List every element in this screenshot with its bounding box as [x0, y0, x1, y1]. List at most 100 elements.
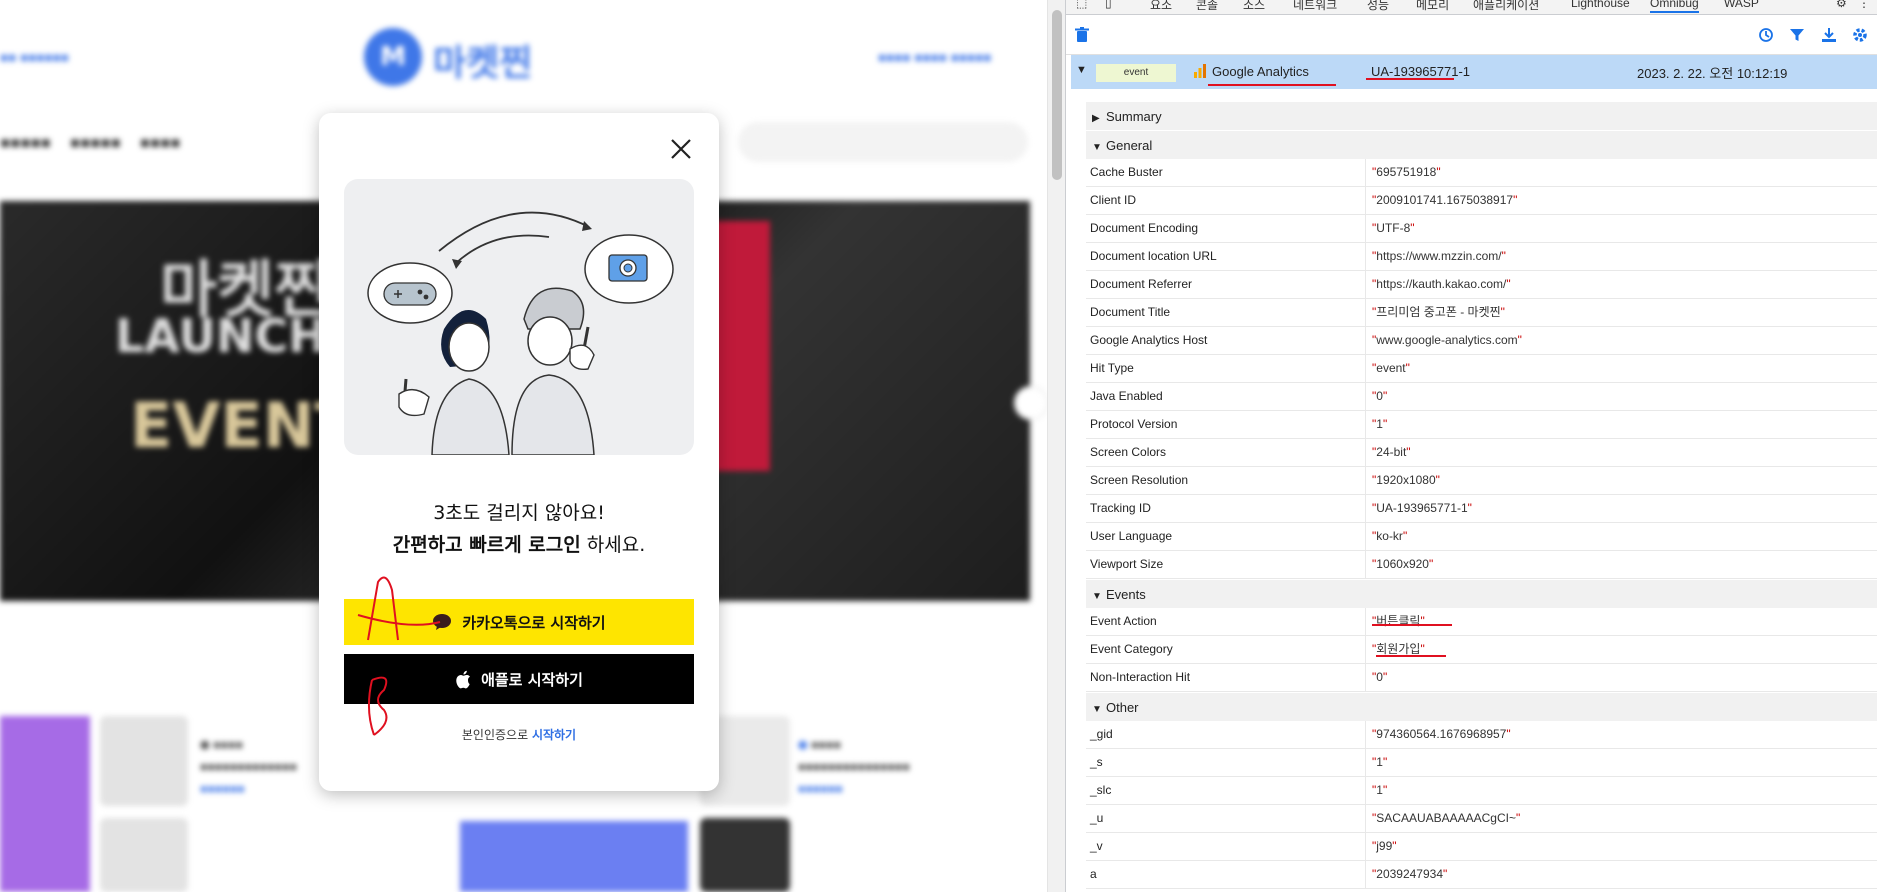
more-options-icon[interactable]: ⋮ [1858, 0, 1870, 10]
modal-subheadline: 간편하고 빠르게 로그인 하세요. [319, 530, 719, 557]
param-value: "UA-193965771-1" [1366, 495, 1472, 522]
param-value: "1060x920" [1366, 551, 1433, 578]
tab-console[interactable]: 콘솔 [1196, 0, 1218, 13]
param-key: Client ID [1086, 187, 1366, 214]
underline-annotation [1376, 655, 1446, 657]
quote-mark: " [1410, 221, 1415, 235]
tab-memory[interactable]: 메모리 [1416, 0, 1449, 13]
param-row: Viewport Size "1060x920" [1086, 551, 1877, 579]
page-scrollbar[interactable] [1047, 0, 1065, 892]
speech-bubble-icon [432, 613, 452, 631]
param-value-text: 974360564.1676968957 [1376, 727, 1507, 741]
modal-subheadline-rest: 하세요. [580, 534, 646, 556]
param-value-text: www.google-analytics.com [1376, 333, 1518, 347]
param-value: "ko-kr" [1366, 523, 1407, 550]
section-title: Events [1106, 587, 1146, 602]
param-value: "1920x1080" [1366, 467, 1440, 494]
param-value: "www.google-analytics.com" [1366, 327, 1522, 354]
identity-verify-prefix: 본인인증으로 [461, 728, 532, 742]
param-value-text: SACAAUABAAAAACgCI~ [1376, 811, 1516, 825]
devtools-tab-bar: ⬚ ▯ 요소 콘솔 소스 네트워크 성능 메모리 애플리케이션 Lighthou… [1066, 0, 1877, 15]
param-row: a "2039247934" [1086, 861, 1877, 889]
quote-mark: " [1517, 333, 1522, 347]
device-toggle-icon[interactable]: ▯ [1105, 0, 1112, 10]
request-row-google-analytics[interactable]: ▼ event Google Analytics UA-193965771-1 … [1071, 55, 1877, 89]
param-value: "0" [1366, 383, 1387, 410]
section-title: General [1106, 138, 1153, 153]
param-value: "974360564.1676968957" [1366, 721, 1511, 748]
param-key: _v [1086, 833, 1366, 860]
param-row: Non-Interaction Hit "0" [1086, 664, 1877, 692]
param-value: "https://www.mzzin.com/" [1366, 243, 1506, 270]
param-value: "1" [1366, 411, 1387, 438]
param-row: Document Encoding "UTF-8" [1086, 215, 1877, 243]
section-summary-title: Summary [1106, 109, 1162, 124]
download-icon[interactable] [1821, 27, 1839, 45]
tab-network[interactable]: 네트워크 [1293, 0, 1337, 13]
quote-mark: " [1436, 165, 1441, 179]
param-value: "프리미엄 중고폰 - 마켓찐" [1366, 299, 1505, 326]
tab-lighthouse[interactable]: Lighthouse [1571, 0, 1630, 10]
param-value: "j99" [1366, 833, 1397, 860]
scrollbar-thumb[interactable] [1052, 10, 1062, 180]
tab-elements[interactable]: 요소 [1150, 0, 1172, 13]
provider-name: Google Analytics [1212, 64, 1309, 79]
param-value: "1" [1366, 777, 1387, 804]
param-row: Document Title "프리미엄 중고폰 - 마켓찐" [1086, 299, 1877, 327]
modal-headline: 3초도 걸리지 않아요! [433, 502, 605, 524]
param-value: "695751918" [1366, 159, 1441, 186]
param-value-text: 1060x920 [1376, 557, 1429, 571]
quote-mark: " [1382, 389, 1388, 403]
detail-sections: ▼ General Cache Buster "695751918" Client ID… [1086, 130, 1877, 889]
param-value-text: 1 [1376, 755, 1383, 769]
tab-omnibug[interactable]: Omnibug [1650, 0, 1699, 13]
trash-icon[interactable] [1075, 27, 1093, 45]
section-events[interactable]: ▼ Events [1086, 579, 1877, 608]
tab-wasp[interactable]: WASP [1724, 0, 1759, 10]
close-icon[interactable] [667, 135, 695, 163]
param-value-text: https://kauth.kakao.com/ [1376, 277, 1507, 291]
param-key: _slc [1086, 777, 1366, 804]
param-value: "24-bit" [1366, 439, 1411, 466]
param-value-text: 프리미엄 중고폰 - 마켓찐 [1376, 305, 1501, 319]
omnibug-toolbar [1066, 15, 1877, 55]
quote-mark: " [1506, 277, 1511, 291]
param-value-text: 1 [1376, 417, 1383, 431]
tab-application[interactable]: 애플리케이션 [1473, 0, 1539, 13]
settings-gear-icon[interactable]: ⚙ [1836, 0, 1847, 10]
param-value-text: 2039247934 [1376, 867, 1444, 881]
analytics-bar-chart-icon [1193, 64, 1207, 81]
section-other[interactable]: ▼ Other [1086, 692, 1877, 721]
section-general[interactable]: ▼ General [1086, 130, 1877, 159]
param-value: "2009101741.1675038917" [1366, 187, 1517, 214]
identity-verify-link[interactable]: 시작하기 [532, 728, 576, 742]
omnibug-settings-icon[interactable] [1852, 27, 1870, 45]
param-key: _u [1086, 805, 1366, 832]
param-row: Event Action "버튼클릭" [1086, 608, 1877, 636]
param-value-text: 2009101741.1675038917 [1376, 193, 1514, 207]
param-value: "UTF-8" [1366, 215, 1415, 242]
hit-type-badge: event [1096, 64, 1176, 82]
param-key: _gid [1086, 721, 1366, 748]
quote-mark: " [1501, 249, 1506, 263]
param-value: "https://kauth.kakao.com/" [1366, 271, 1511, 298]
login-modal: 3초도 걸리지 않아요! 간편하고 빠르게 로그인 하세요. 카카오톡으로 시작… [319, 113, 719, 791]
section-summary[interactable]: ▶ Summary [1086, 101, 1877, 130]
identity-verify-line: 본인인증으로 시작하기 [319, 726, 719, 743]
filter-icon[interactable] [1789, 27, 1807, 45]
param-value: "SACAAUABAAAAACgCI~" [1366, 805, 1520, 832]
collapse-arrow-icon[interactable]: ▼ [1076, 64, 1087, 76]
tab-sources[interactable]: 소스 [1243, 0, 1265, 13]
param-row: Document Referrer "https://kauth.kakao.co… [1086, 271, 1877, 299]
tracking-id: UA-193965771-1 [1371, 64, 1471, 79]
param-value-text: 695751918 [1376, 165, 1437, 179]
section-title: Other [1106, 700, 1139, 715]
param-row: _slc "1" [1086, 777, 1877, 805]
param-key: Screen Colors [1086, 439, 1366, 466]
apple-login-button[interactable]: 애플로 시작하기 [344, 654, 694, 704]
inspect-icon[interactable]: ⬚ [1076, 0, 1087, 10]
history-icon[interactable] [1758, 27, 1776, 45]
kakao-login-button[interactable]: 카카오톡으로 시작하기 [344, 599, 694, 645]
quote-mark: " [1428, 557, 1434, 571]
tab-performance[interactable]: 성능 [1367, 0, 1389, 13]
